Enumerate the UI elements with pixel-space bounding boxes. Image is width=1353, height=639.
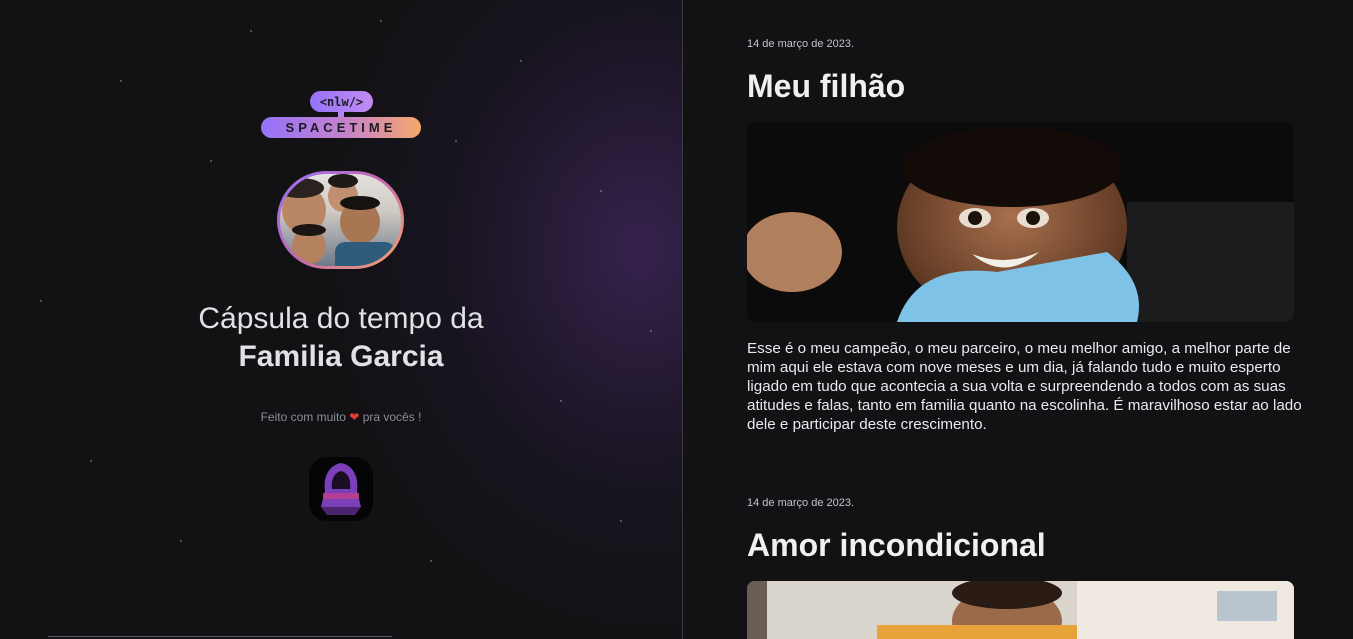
- memory-image: [747, 581, 1294, 639]
- family-avatar: [277, 171, 404, 269]
- memory-title: Amor incondicional: [747, 527, 1046, 563]
- page-title-family-name: Familia Garcia: [238, 340, 444, 373]
- heart-icon: ❤: [349, 410, 360, 424]
- memories-feed[interactable]: 14 de março de 2023. Meu filhão Esse é o…: [683, 0, 1353, 639]
- nlw-logo-tag: <nlw/>: [310, 91, 373, 112]
- memory-title: Meu filhão: [747, 68, 906, 104]
- page-title: Cápsula do tempo da Familia Garcia: [0, 300, 682, 376]
- memory-date: 14 de março de 2023.: [747, 497, 855, 509]
- spacetime-logo-name: SPACETIME: [261, 117, 421, 138]
- memory-image: [747, 122, 1294, 322]
- made-prefix: Feito com muito: [260, 410, 346, 424]
- made-with-love: Feito com muito ❤ pra vocês !: [0, 410, 682, 424]
- creator-avatar[interactable]: [309, 457, 373, 521]
- hero-panel: <nlw/> SPACETIME Cápsula do tempo da Fam…: [0, 0, 682, 639]
- hooded-figure-icon: [321, 463, 361, 515]
- spacetime-logo: <nlw/> SPACETIME: [261, 91, 421, 139]
- memory-text: Esse é o meu campeão, o meu parceiro, o …: [747, 340, 1302, 433]
- page-title-line1: Cápsula do tempo da: [198, 302, 484, 335]
- memory-date: 14 de março de 2023.: [747, 38, 855, 50]
- made-suffix: pra vocês !: [362, 410, 422, 424]
